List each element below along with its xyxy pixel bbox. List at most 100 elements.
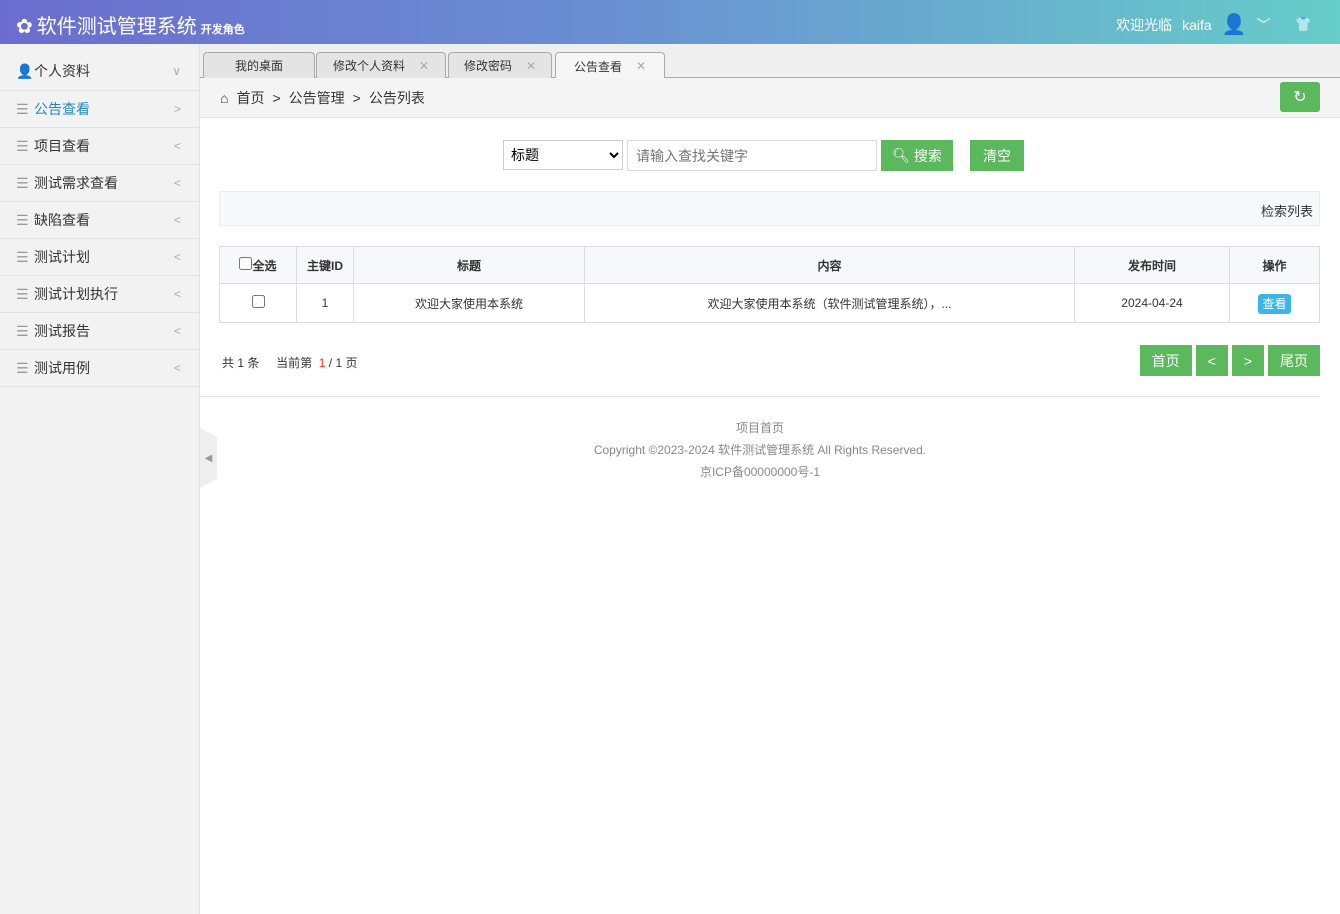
cell-time: 2024-04-24 xyxy=(1074,283,1230,323)
total-prefix: 共 xyxy=(222,356,235,370)
sidebar-item-profile[interactable]: 👤 个人资料 ∨ xyxy=(0,44,199,91)
close-icon[interactable]: ✕ xyxy=(526,59,536,73)
cell-content: 欢迎大家使用本系统（软件测试管理系统），... xyxy=(584,283,1075,323)
sidebar-item-label: 测试报告 xyxy=(34,323,90,339)
sidebar-item-plan-exec[interactable]: ☰ 测试计划执行 < xyxy=(0,276,199,313)
search-input[interactable] xyxy=(627,140,877,171)
user-icon: 👤 xyxy=(16,62,34,79)
close-icon[interactable]: ✕ xyxy=(636,59,646,73)
menu-icon: ☰ xyxy=(16,285,29,302)
tab-label: 公告查看 xyxy=(573,59,622,74)
gear-icon: ✿ xyxy=(16,16,33,38)
breadcrumb-sep: > xyxy=(272,89,281,106)
footer-icp[interactable]: 京ICP备00000000号-1 xyxy=(200,461,1320,483)
tab-label: 修改密码 xyxy=(463,59,512,73)
col-time: 发布时间 xyxy=(1074,246,1230,284)
breadcrumb-home[interactable]: 首页 xyxy=(236,88,264,108)
menu-icon: ☰ xyxy=(16,174,29,191)
search-button[interactable]: 🔍︎ 搜索 xyxy=(881,140,953,171)
sidebar-item-label: 测试需求查看 xyxy=(34,175,118,191)
breadcrumb-notice-mgmt[interactable]: 公告管理 xyxy=(289,88,345,108)
cell-title: 欢迎大家使用本系统 xyxy=(353,283,585,323)
chevron-icon: < xyxy=(173,324,181,338)
chevron-icon: < xyxy=(173,139,181,153)
sidebar-item-label: 缺陷查看 xyxy=(34,212,90,228)
table-row: 1 欢迎大家使用本系统 欢迎大家使用本系统（软件测试管理系统），... 2024… xyxy=(219,283,1320,323)
cell-id: 1 xyxy=(296,283,354,323)
chevron-icon: < xyxy=(173,250,181,264)
breadcrumb-notice-list: 公告列表 xyxy=(368,89,425,106)
sidebar-item-notice[interactable]: ☰ 公告查看 > xyxy=(0,91,199,128)
tab-desktop[interactable]: 我的桌面 xyxy=(203,52,315,78)
app-title: 软件测试管理系统 xyxy=(36,16,197,38)
search-field-select[interactable]: 标题 xyxy=(503,140,623,170)
role-label: 开发角色 xyxy=(200,24,245,36)
header-label: 全选 xyxy=(252,258,277,273)
chevron-down-icon[interactable]: ﹀ xyxy=(1257,15,1271,35)
sidebar-item-label: 公告查看 xyxy=(34,101,90,117)
sidebar-item-plan[interactable]: ☰ 测试计划 < xyxy=(0,239,199,276)
col-title: 标题 xyxy=(353,246,585,284)
pagination: 首页 < > 尾页 xyxy=(1139,345,1320,376)
col-id: 主键ID xyxy=(296,246,354,284)
panel-title: 检索列表 xyxy=(1260,204,1313,219)
notice-table: 全选 主键ID 标题 内容 发布时间 操作 1 欢迎大家使用本系统 欢迎大家使用… xyxy=(219,246,1320,323)
sidebar-item-project[interactable]: ☰ 项目查看 < xyxy=(0,128,199,165)
first-page-button[interactable]: 首页 xyxy=(1139,345,1192,376)
sidebar-item-label: 测试用例 xyxy=(34,360,90,376)
user-avatar-icon[interactable]: 👤 xyxy=(1222,12,1247,37)
search-icon: 🔍︎ xyxy=(892,147,910,163)
col-content: 内容 xyxy=(584,246,1075,284)
tab-notice[interactable]: 公告查看 ✕ xyxy=(555,52,665,79)
tab-edit-profile[interactable]: 修改个人资料 ✕ xyxy=(316,52,446,78)
sidebar-item-label: 测试计划执行 xyxy=(34,286,118,302)
menu-icon: ☰ xyxy=(16,248,29,265)
footer: 项目首页 Copyright ©2023-2024 软件测试管理系统 All R… xyxy=(200,396,1320,483)
tab-label: 修改个人资料 xyxy=(332,59,405,73)
sidebar-item-defect[interactable]: ☰ 缺陷查看 < xyxy=(0,202,199,239)
panel-heading: 检索列表 xyxy=(219,191,1320,226)
welcome-text: 欢迎光临 xyxy=(1116,16,1173,33)
col-action: 操作 xyxy=(1229,246,1320,284)
sidebar-item-label: 项目查看 xyxy=(34,138,90,154)
close-icon[interactable]: ✕ xyxy=(419,59,429,73)
chevron-icon: < xyxy=(173,176,181,190)
search-label: 搜索 xyxy=(913,147,942,164)
current-page: 1 xyxy=(318,356,326,370)
tab-label: 我的桌面 xyxy=(234,59,283,73)
skin-tshirt-icon[interactable]: 👕 xyxy=(1295,16,1312,33)
top-header: ✿ 软件测试管理系统 开发角色 欢迎光临 kaifa 👤 ﹀ 👕 xyxy=(0,0,1340,44)
tab-change-password[interactable]: 修改密码 ✕ xyxy=(448,52,552,78)
menu-icon: ☰ xyxy=(16,359,29,376)
footer-home-link[interactable]: 项目首页 xyxy=(200,417,1320,439)
sidebar-item-label: 测试计划 xyxy=(34,249,90,265)
chevron-icon: < xyxy=(173,287,181,301)
menu-icon: ☰ xyxy=(16,100,29,117)
pager-info: 共 1 条 当前第 1 / 1 页 xyxy=(222,354,357,371)
app-logo: ✿ 软件测试管理系统 开发角色 xyxy=(16,10,245,39)
sidebar-item-requirement[interactable]: ☰ 测试需求查看 < xyxy=(0,165,199,202)
select-all-checkbox[interactable] xyxy=(239,256,253,270)
chevron-icon: < xyxy=(173,361,181,375)
next-page-button[interactable]: > xyxy=(1231,345,1264,376)
current-prefix: 当前第 xyxy=(276,356,313,370)
row-checkbox[interactable] xyxy=(251,295,265,308)
chevron-icon: ∨ xyxy=(172,64,181,78)
view-button[interactable]: 查看 xyxy=(1258,293,1291,314)
tab-bar: 我的桌面 修改个人资料 ✕ 修改密码 ✕ 公告查看 ✕ xyxy=(200,44,1340,79)
sidebar-item-testcase[interactable]: ☰ 测试用例 < xyxy=(0,350,199,387)
refresh-button[interactable]: ↻ xyxy=(1280,82,1320,112)
footer-copyright: Copyright ©2023-2024 软件测试管理系统 All Rights… xyxy=(593,443,927,457)
username[interactable]: kaifa xyxy=(1182,17,1212,33)
col-select-all: 全选 xyxy=(219,246,297,284)
chevron-icon: > xyxy=(173,102,181,116)
sidebar-item-label: 个人资料 xyxy=(34,63,90,79)
clear-button[interactable]: 清空 xyxy=(970,140,1024,171)
search-bar: 标题 🔍︎ 搜索 清空 xyxy=(503,140,1024,171)
menu-icon: ☰ xyxy=(16,211,29,228)
prev-page-button[interactable]: < xyxy=(1195,345,1228,376)
last-page-button[interactable]: 尾页 xyxy=(1268,345,1320,376)
total-suffix: 条 xyxy=(247,356,260,370)
breadcrumb-sep: > xyxy=(352,89,361,106)
sidebar-item-report[interactable]: ☰ 测试报告 < xyxy=(0,313,199,350)
